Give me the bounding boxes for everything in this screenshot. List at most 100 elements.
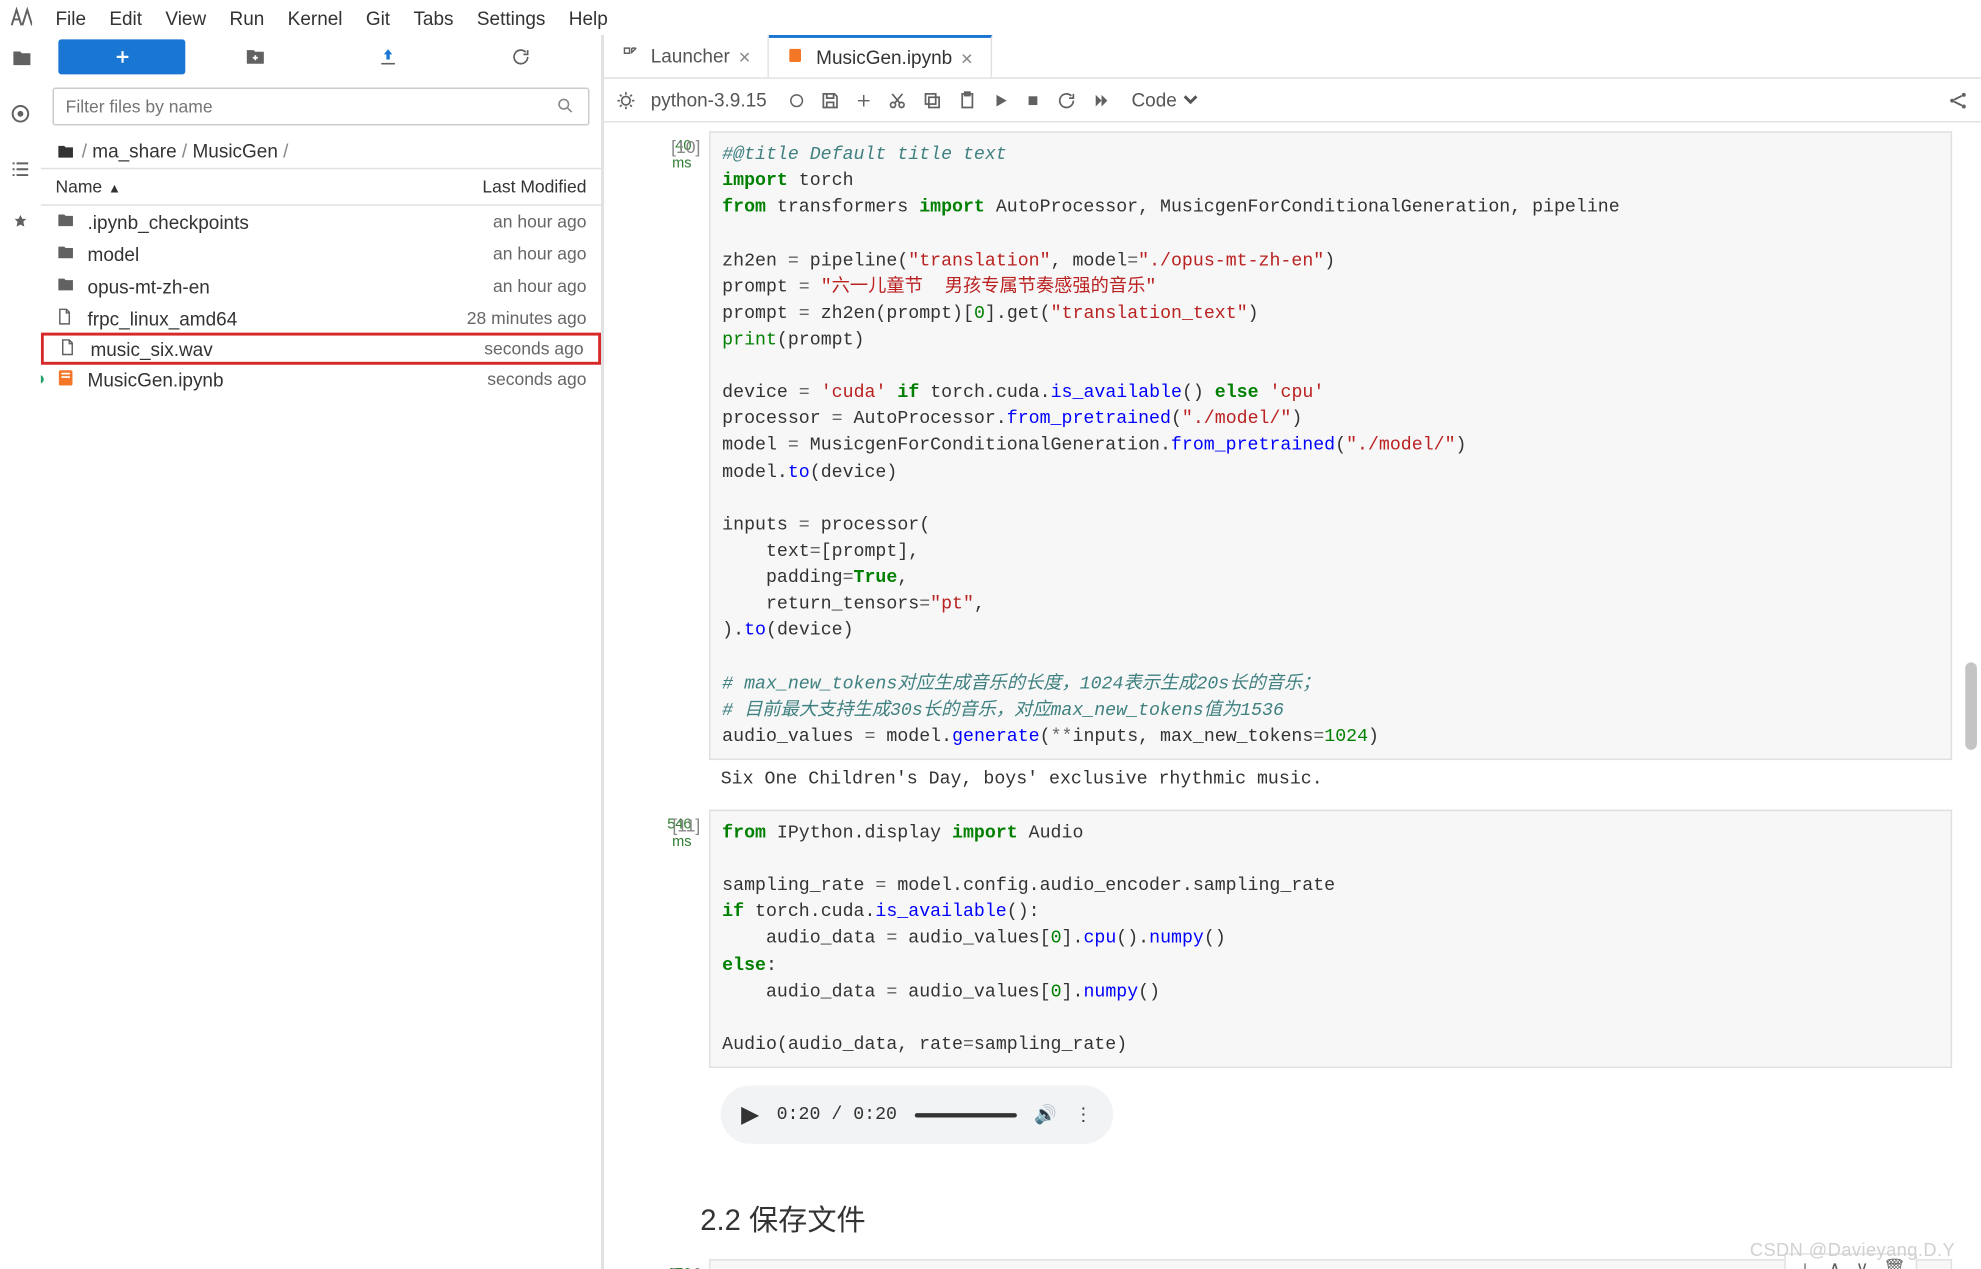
play-icon[interactable]: ▶: [741, 1100, 759, 1129]
new-folder-button[interactable]: [191, 39, 318, 74]
folder-icon: [55, 275, 78, 297]
menu-edit[interactable]: Edit: [98, 1, 154, 35]
file-modified: an hour ago: [493, 244, 586, 264]
tab-musicgen-ipynb[interactable]: MusicGen.ipynb ×: [769, 35, 991, 77]
audio-player[interactable]: ▶0:20 / 0:20🔊⋮: [721, 1085, 1113, 1143]
file-list-header[interactable]: Name ▲ Last Modified: [41, 168, 601, 206]
markdown-cell[interactable]: 2.2 保存文件: [604, 1170, 1981, 1256]
tab-launcher[interactable]: Launcher ×: [604, 35, 769, 77]
restart-button[interactable]: [1056, 90, 1076, 110]
tab-label: MusicGen.ipynb: [816, 47, 952, 69]
file-icon: [58, 336, 81, 361]
file-list: .ipynb_checkpointsan hour agomodelan hou…: [41, 206, 601, 1269]
insert-cell-button[interactable]: [854, 91, 872, 109]
close-icon[interactable]: ×: [739, 44, 751, 67]
code-cell[interactable]: 546ms[11]from IPython.display import Aud…: [604, 807, 1981, 1170]
kernel-name[interactable]: python-3.9.15: [651, 89, 767, 111]
breadcrumb-part[interactable]: ma_share: [92, 140, 176, 162]
cell-action-toolbar: ＋ ∧ ∨ 🗑: [1785, 1253, 1918, 1269]
file-modified: seconds ago: [487, 369, 586, 389]
cell-prompt: [10]: [671, 131, 709, 798]
audio-menu-icon[interactable]: ⋮: [1074, 1103, 1092, 1126]
menu-git[interactable]: Git: [354, 1, 402, 35]
file-browser-toolbar: [41, 35, 601, 79]
file-row[interactable]: opus-mt-zh-enan hour ago: [41, 270, 601, 302]
file-filter-input[interactable]: [53, 88, 590, 126]
file-row[interactable]: frpc_linux_amd6428 minutes ago: [41, 302, 601, 334]
menu-settings[interactable]: Settings: [465, 1, 557, 35]
new-launcher-button[interactable]: [58, 39, 185, 74]
save-button[interactable]: [819, 90, 839, 110]
restart-run-all-button[interactable]: [1091, 91, 1111, 109]
folder-icon: [55, 243, 78, 265]
copy-button[interactable]: [921, 90, 941, 110]
cell-content: import scipy sampling_rate = model.confi…: [709, 1259, 1952, 1269]
filebrowser-tab-icon[interactable]: [6, 44, 35, 73]
upload-button[interactable]: [324, 39, 451, 74]
menu-view[interactable]: View: [154, 1, 218, 35]
activity-bar: [0, 35, 41, 1269]
file-row[interactable]: MusicGen.ipynbseconds ago: [41, 363, 601, 395]
breadcrumb[interactable]: / ma_share / MusicGen /: [41, 134, 601, 168]
kernel-status-icon: [787, 91, 805, 109]
audio-track[interactable]: [915, 1112, 1017, 1116]
code-input[interactable]: import scipy sampling_rate = model.confi…: [709, 1259, 1952, 1269]
menu-file[interactable]: File: [44, 1, 98, 35]
breadcrumb-part: /: [182, 140, 187, 162]
paste-button[interactable]: [956, 90, 976, 110]
file-modified: an hour ago: [493, 212, 586, 232]
close-icon[interactable]: ×: [961, 46, 973, 69]
share-icon[interactable]: [1946, 88, 1969, 111]
file-name: model: [88, 243, 494, 265]
search-icon: [556, 96, 575, 119]
code-cell[interactable]: 170ms[16]＋∧∨🗑import scipy sampling_rate …: [604, 1256, 1981, 1269]
extensions-tab-icon[interactable]: [6, 210, 35, 239]
header-name[interactable]: Name: [55, 177, 102, 197]
cell-prompt: [11]: [671, 810, 709, 1162]
file-name: MusicGen.ipynb: [88, 368, 488, 390]
folder-icon: [55, 142, 75, 160]
tab-label: Launcher: [651, 45, 730, 67]
file-name: opus-mt-zh-en: [88, 275, 494, 297]
file-browser-panel: / ma_share / MusicGen / Name ▲ Last Modif…: [41, 35, 603, 1269]
file-name: frpc_linux_amd64: [88, 307, 467, 329]
code-cell[interactable]: 40ms[10]#@title Default title text impor…: [604, 128, 1981, 806]
file-row[interactable]: .ipynb_checkpointsan hour ago: [41, 206, 601, 238]
cell-content: #@title Default title text import torch …: [709, 131, 1952, 798]
file-modified: seconds ago: [484, 338, 583, 358]
cell-action-button[interactable]: ∨: [1851, 1258, 1873, 1269]
header-modified[interactable]: Last Modified: [482, 177, 586, 197]
code-input[interactable]: #@title Default title text import torch …: [709, 131, 1952, 760]
toc-tab-icon[interactable]: [6, 155, 35, 184]
cell-action-button[interactable]: 🗑: [1879, 1258, 1910, 1269]
menu-tabs[interactable]: Tabs: [402, 1, 465, 35]
cell-output-audio: ▶0:20 / 0:20🔊⋮: [709, 1068, 1952, 1161]
notebook-body[interactable]: 40ms[10]#@title Default title text impor…: [604, 123, 1981, 1269]
file-row[interactable]: music_six.wavseconds ago: [41, 333, 601, 365]
markdown-heading: 2.2 保存文件: [700, 1196, 1969, 1238]
code-input[interactable]: from IPython.display import Audio sampli…: [709, 810, 1952, 1068]
cut-button[interactable]: [886, 90, 906, 110]
refresh-button[interactable]: [457, 39, 584, 74]
file-modified: 28 minutes ago: [467, 308, 587, 328]
cell-action-button[interactable]: ＋: [1792, 1258, 1818, 1269]
sort-caret-icon: ▲: [108, 181, 121, 196]
tab-bar: Launcher × MusicGen.ipynb ×: [604, 35, 1981, 79]
cell-type-select[interactable]: Code: [1126, 88, 1202, 113]
jupyter-logo-icon: [9, 6, 32, 29]
volume-icon[interactable]: 🔊: [1034, 1104, 1057, 1126]
menu-run[interactable]: Run: [218, 1, 276, 35]
breadcrumb-part: /: [82, 140, 87, 162]
file-row[interactable]: modelan hour ago: [41, 238, 601, 270]
running-tab-icon[interactable]: [6, 99, 35, 128]
file-icon: [55, 306, 78, 331]
interrupt-button[interactable]: [1024, 91, 1042, 109]
cell-action-button[interactable]: ∧: [1824, 1258, 1846, 1269]
menu-kernel[interactable]: Kernel: [276, 1, 354, 35]
cell-output-text: Six One Children's Day, boys' exclusive …: [709, 760, 1952, 798]
file-name: music_six.wav: [90, 338, 484, 360]
menu-help[interactable]: Help: [557, 1, 619, 35]
breadcrumb-part[interactable]: MusicGen: [192, 140, 277, 162]
run-button[interactable]: [991, 91, 1009, 109]
kernel-settings-icon[interactable]: [616, 90, 636, 110]
